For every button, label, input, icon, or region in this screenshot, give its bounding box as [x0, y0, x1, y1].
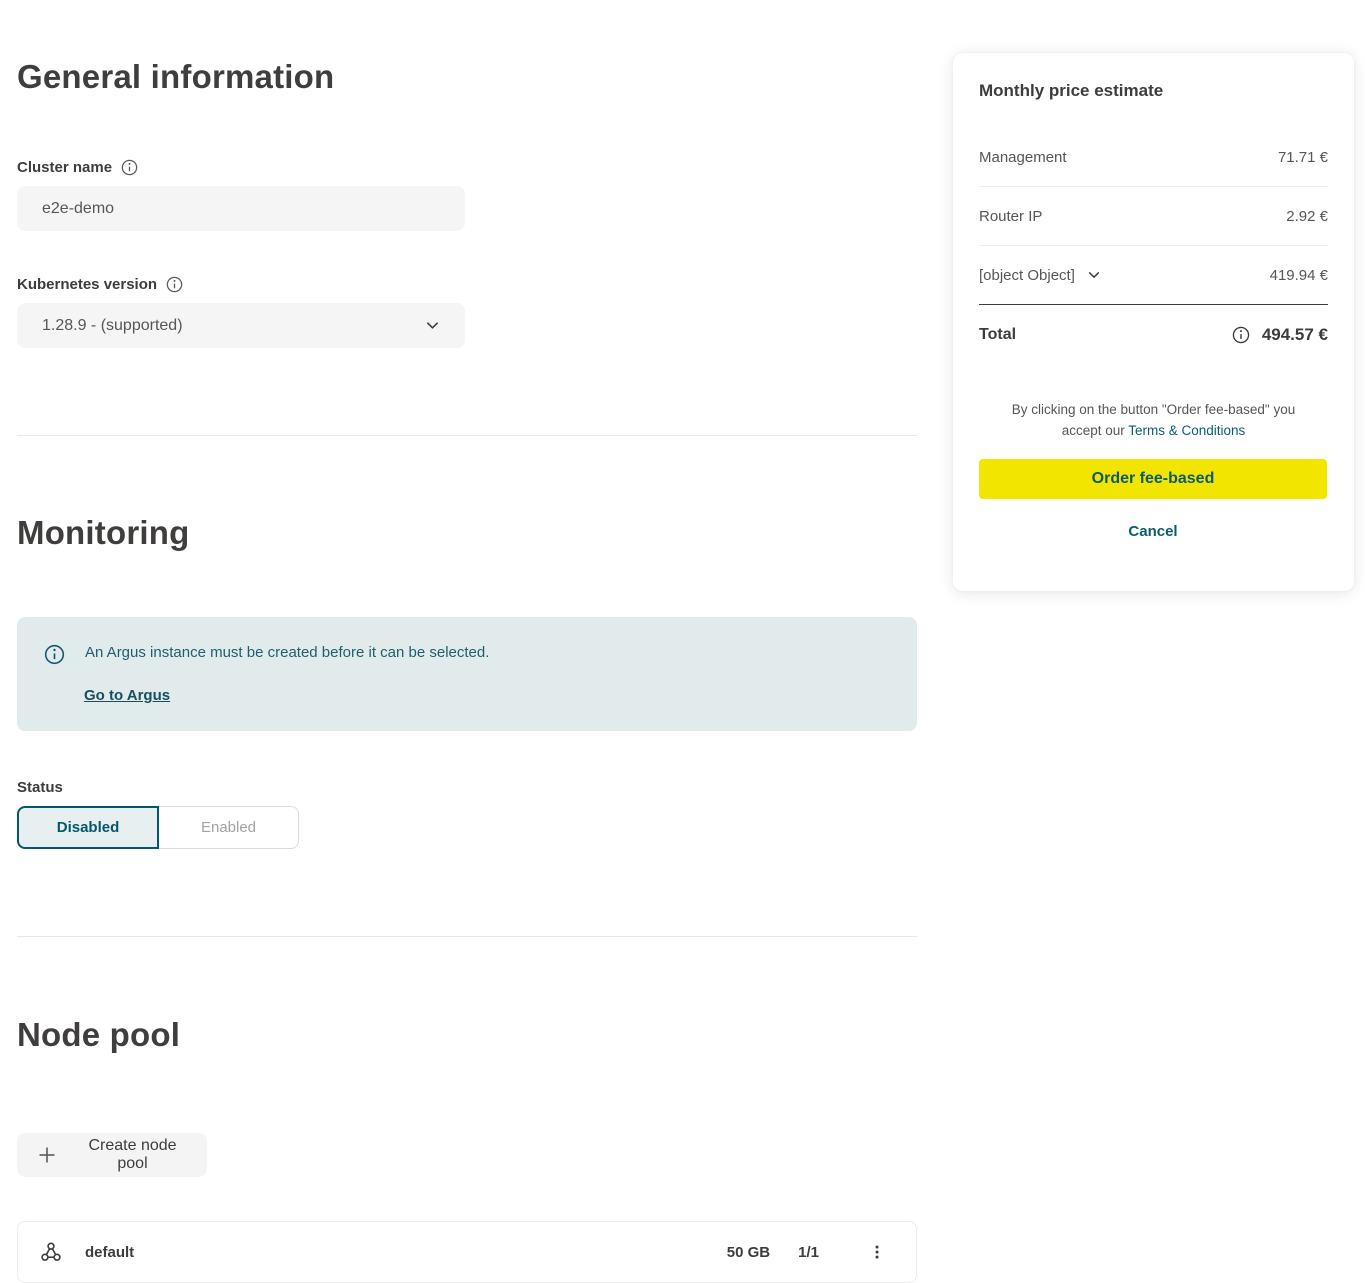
price-item-value: 419.94 € [1270, 267, 1328, 284]
price-item-label: Router IP [979, 208, 1042, 225]
cluster-name-info-icon[interactable] [121, 159, 138, 176]
price-card-title: Monthly price estimate [979, 81, 1328, 101]
cluster-name-input[interactable] [17, 186, 465, 231]
price-row-node-pool: [object Object] 419.94 € [979, 246, 1328, 305]
total-info-icon[interactable] [1232, 326, 1250, 344]
monthly-price-estimate-card: Monthly price estimate Management 71.71 … [953, 53, 1354, 591]
disclaimer-line1: By clicking on the button "Order fee-bas… [1012, 402, 1296, 417]
node-pool-icon [39, 1240, 63, 1264]
section-divider [17, 936, 917, 937]
node-pool-name: default [85, 1244, 727, 1261]
create-node-pool-button[interactable]: Create node pool [17, 1133, 207, 1177]
cluster-name-label: Cluster name [17, 159, 112, 176]
price-rows: Management 71.71 € Router IP 2.92 € [obj… [979, 128, 1328, 305]
kubernetes-version-select[interactable]: 1.28.9 - (supported) [17, 303, 465, 348]
status-option-disabled[interactable]: Disabled [17, 806, 159, 849]
cancel-button[interactable]: Cancel [979, 523, 1327, 540]
section-divider [17, 435, 917, 436]
monitoring-section-title: Monitoring [17, 514, 189, 552]
node-pool-section-title: Node pool [17, 1016, 180, 1054]
status-toggle: Disabled Enabled [17, 806, 299, 849]
node-pool-node-count: 1/1 [798, 1244, 819, 1261]
node-pool-row[interactable]: default 50 GB 1/1 [17, 1221, 917, 1283]
kubernetes-version-label: Kubernetes version [17, 276, 157, 293]
price-item-label: [object Object] [979, 267, 1075, 284]
status-label: Status [17, 779, 63, 796]
status-option-enabled[interactable]: Enabled [159, 806, 299, 849]
chevron-down-icon [425, 318, 440, 333]
node-pool-menu-icon[interactable] [868, 1243, 886, 1261]
price-row-router-ip: Router IP 2.92 € [979, 187, 1328, 246]
create-node-pool-label: Create node pool [78, 1137, 187, 1173]
total-value: 494.57 € [1262, 325, 1328, 345]
general-section-title: General information [17, 58, 334, 96]
banner-info-icon [44, 644, 65, 665]
price-item-label: Management [979, 149, 1067, 166]
price-item-value: 2.92 € [1286, 208, 1328, 225]
disclaimer-prefix: accept our [1062, 423, 1125, 438]
node-pool-volume-size: 50 GB [727, 1244, 770, 1261]
kubernetes-version-value: 1.28.9 - (supported) [42, 317, 183, 335]
price-total-row: Total 494.57 € [979, 305, 1328, 364]
price-item-value: 71.71 € [1278, 149, 1328, 166]
banner-message: An Argus instance must be created before… [85, 643, 489, 665]
order-fee-based-button[interactable]: Order fee-based [979, 459, 1327, 499]
kubernetes-version-info-icon[interactable] [166, 276, 183, 293]
go-to-argus-link[interactable]: Go to Argus [84, 687, 170, 704]
terms-and-conditions-link[interactable]: Terms & Conditions [1128, 423, 1245, 438]
total-label: Total [979, 326, 1016, 344]
expand-chevron-down-icon[interactable] [1087, 268, 1101, 282]
plus-icon [37, 1145, 57, 1165]
order-disclaimer: By clicking on the button "Order fee-bas… [979, 399, 1328, 441]
argus-info-banner: An Argus instance must be created before… [17, 617, 917, 731]
price-row-management: Management 71.71 € [979, 128, 1328, 187]
